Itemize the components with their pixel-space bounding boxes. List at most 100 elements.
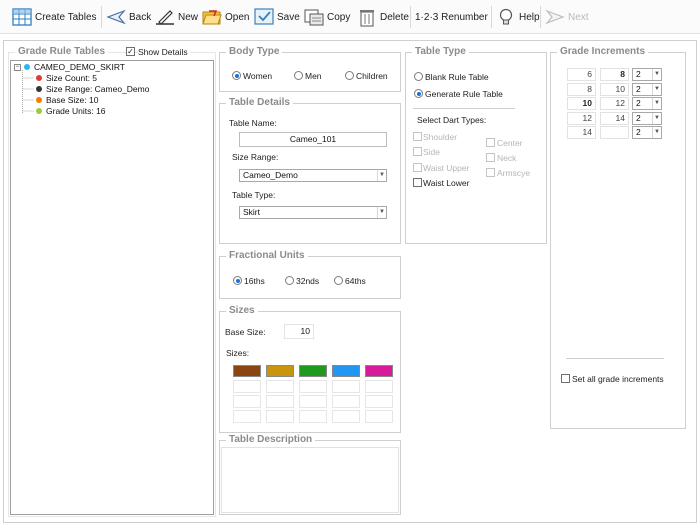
grade-increment-value: 2 [636, 84, 641, 94]
next-button[interactable]: Next [545, 5, 589, 29]
size-cell[interactable] [266, 380, 294, 393]
grade-increment-select[interactable]: 2 ▼ [632, 68, 662, 81]
chevron-down-icon: ▼ [652, 127, 661, 138]
neck-checkbox[interactable] [486, 153, 495, 162]
shoulder-label: Shoulder [423, 132, 458, 142]
folder-open-icon [202, 10, 222, 25]
waist-lower-checkbox[interactable] [413, 178, 422, 187]
chevron-down-icon: ▼ [652, 84, 661, 95]
grade-size-cell: 8 [600, 68, 629, 81]
table-type-value: Skirt [243, 207, 260, 217]
64ths-radio[interactable] [334, 276, 343, 285]
generate-rule-table-radio[interactable] [414, 89, 423, 98]
size-swatch-5[interactable] [365, 365, 393, 377]
grade-increment-value: 2 [636, 113, 641, 123]
grade-size-cell [600, 126, 629, 139]
delete-button[interactable]: Delete [357, 5, 409, 29]
copy-button[interactable]: Copy [304, 5, 350, 29]
paper-plane-back-icon [106, 9, 126, 25]
grade-size-cell: 12 [567, 112, 596, 125]
size-cell[interactable] [365, 395, 393, 408]
16ths-label: 16ths [244, 276, 265, 286]
size-cell[interactable] [233, 380, 261, 393]
table-type-select[interactable]: Skirt ▼ [239, 206, 387, 219]
toolbar-separator [540, 6, 541, 28]
armscye-label: Armscye [497, 168, 531, 178]
create-tables-button[interactable]: Create Tables [12, 5, 97, 29]
waist-upper-checkbox[interactable] [413, 163, 422, 172]
armscye-checkbox[interactable] [486, 168, 495, 177]
renumber-button[interactable]: 1·2·3 Renumber [415, 5, 488, 29]
collapse-toggle-icon[interactable]: − [14, 63, 21, 71]
tree-item[interactable]: Size Range: Cameo_Demo [36, 84, 149, 94]
help-button[interactable]: Help [496, 5, 540, 29]
size-cell[interactable] [299, 395, 327, 408]
size-range-label: Size Range: [232, 152, 279, 162]
side-checkbox[interactable] [413, 147, 422, 156]
size-cell[interactable] [233, 395, 261, 408]
delete-label: Delete [380, 11, 409, 23]
grade-increment-select[interactable]: 2 ▼ [632, 112, 662, 125]
size-range-select[interactable]: Cameo_Demo ▼ [239, 169, 387, 182]
size-cell[interactable] [266, 395, 294, 408]
base-size-input[interactable]: 10 [284, 324, 314, 339]
grade-increment-value: 2 [636, 127, 641, 137]
size-cell[interactable] [332, 380, 360, 393]
show-details-checkbox[interactable]: ✓ [126, 47, 135, 56]
table-name-input[interactable]: Cameo_101 [239, 132, 387, 147]
shoulder-checkbox[interactable] [413, 132, 422, 141]
center-checkbox[interactable] [486, 138, 495, 147]
women-radio[interactable] [232, 71, 241, 80]
black-dot-icon [36, 86, 42, 92]
toolbar-separator [491, 6, 492, 28]
waist-upper-label: Waist Upper [423, 163, 470, 173]
tree-connector-lines [22, 70, 34, 113]
size-swatch-3[interactable] [299, 365, 327, 377]
open-label: Open [225, 11, 250, 23]
blank-rule-table-label: Blank Rule Table [425, 72, 489, 82]
table-description-textarea[interactable] [221, 447, 399, 513]
grade-increment-select[interactable]: 2 ▼ [632, 126, 662, 139]
sizes-label: Sizes: [226, 348, 250, 358]
tree-item[interactable]: Size Count: 5 [36, 73, 97, 83]
neck-label: Neck [497, 153, 517, 163]
size-swatch-4[interactable] [332, 365, 360, 377]
size-cell[interactable] [299, 380, 327, 393]
blank-rule-table-radio[interactable] [414, 72, 423, 81]
grade-increment-select[interactable]: 2 ▼ [632, 83, 662, 96]
save-check-icon [254, 8, 274, 25]
save-button[interactable]: Save [254, 5, 300, 29]
red-dot-icon [36, 75, 42, 81]
size-swatch-2[interactable] [266, 365, 294, 377]
size-cell[interactable] [332, 395, 360, 408]
32nds-radio[interactable] [285, 276, 294, 285]
toolbar-separator [410, 6, 411, 28]
men-radio[interactable] [294, 71, 303, 80]
size-cell[interactable] [365, 410, 393, 423]
grade-increments-title: Grade Increments [557, 46, 649, 57]
16ths-radio[interactable] [233, 276, 242, 285]
help-label: Help [519, 11, 540, 23]
set-all-grade-increments-checkbox[interactable] [561, 374, 570, 383]
new-button[interactable]: New [155, 5, 198, 29]
tree-item[interactable]: Grade Units: 16 [36, 106, 106, 116]
size-cell[interactable] [299, 410, 327, 423]
table-type-title: Table Type [412, 46, 469, 57]
size-cell[interactable] [266, 410, 294, 423]
size-cell[interactable] [332, 410, 360, 423]
trash-icon [360, 10, 374, 27]
children-radio[interactable] [345, 71, 354, 80]
tables-tree[interactable]: − CAMEO_DEMO_SKIRT Size Count: 5 Size Ra… [10, 60, 214, 515]
pencil-new-icon [156, 10, 174, 25]
open-button[interactable]: Open [202, 5, 249, 29]
base-size-label: Base Size: [225, 327, 266, 337]
grade-size-cell: 6 [567, 68, 596, 81]
grade-increment-select[interactable]: 2 ▼ [632, 97, 662, 110]
center-label: Center [497, 138, 523, 148]
size-swatch-1[interactable] [233, 365, 261, 377]
size-cell[interactable] [233, 410, 261, 423]
back-button[interactable]: Back [106, 5, 151, 29]
grade-increment-value: 2 [636, 98, 641, 108]
tree-item[interactable]: Base Size: 10 [36, 95, 98, 105]
size-cell[interactable] [365, 380, 393, 393]
